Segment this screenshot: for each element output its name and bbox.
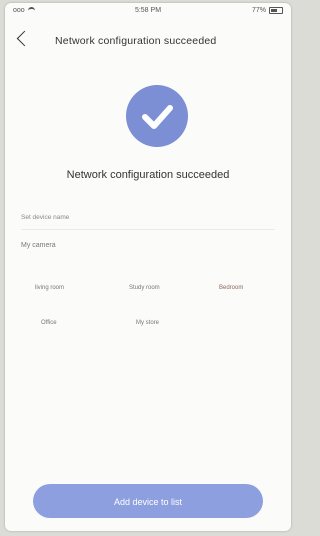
status-time: 5:58 PM — [134, 7, 162, 14]
add-device-button[interactable]: Add device to list — [33, 484, 263, 518]
device-name-input[interactable] — [21, 208, 275, 226]
location-chip-living-room[interactable]: living room — [29, 282, 70, 294]
input-divider — [21, 229, 275, 230]
section-label: My camera — [21, 242, 56, 249]
battery-icon — [269, 7, 283, 14]
location-chip-my-store[interactable]: My store — [130, 317, 165, 329]
phone-screen: ooo 5:58 PM 77% Network configuration su… — [5, 3, 291, 531]
location-chip-bedroom[interactable]: Bedroom — [213, 282, 249, 294]
location-chip-office[interactable]: Office — [35, 317, 63, 329]
back-arrow-icon[interactable] — [16, 30, 33, 47]
nav-bar: Network configuration succeeded — [5, 25, 291, 53]
status-right: 77% — [252, 7, 283, 14]
success-message: Network configuration succeeded — [66, 169, 230, 181]
page-title: Network configuration succeeded — [55, 35, 217, 47]
location-chip-study-room[interactable]: Study room — [123, 282, 166, 294]
battery-percent: 77% — [251, 7, 266, 14]
checkmark-icon — [126, 85, 188, 147]
status-bar: ooo 5:58 PM 77% — [5, 3, 291, 21]
